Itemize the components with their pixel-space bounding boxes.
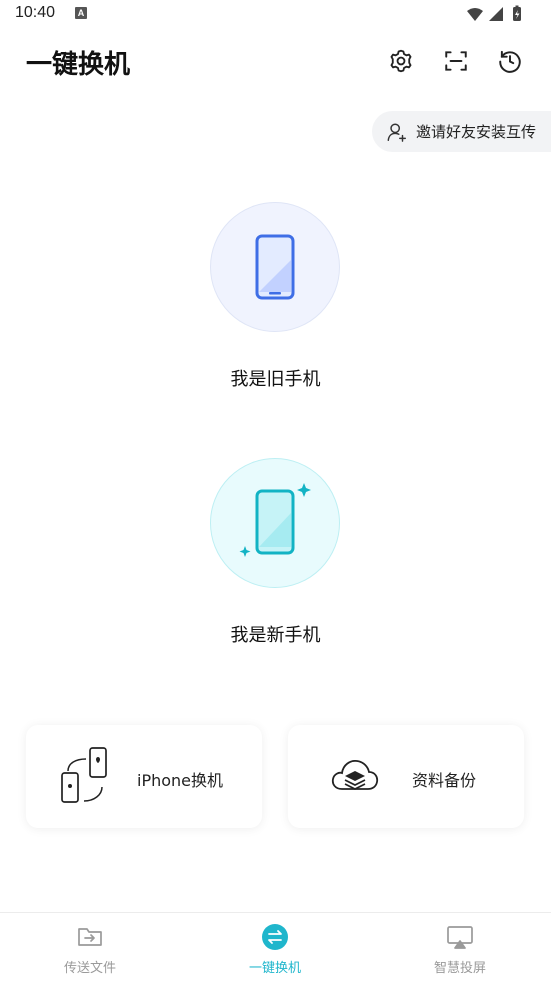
invite-friends-button[interactable]: 邀请好友安装互传 xyxy=(372,111,551,152)
new-phone-button[interactable] xyxy=(210,458,340,588)
screen-cast-icon xyxy=(447,926,473,949)
invite-label: 邀请好友安装互传 xyxy=(416,123,537,141)
page-title: 一键换机 xyxy=(26,50,131,80)
scan-icon xyxy=(445,51,467,71)
bottom-navigation: 传送文件 一键换机 智慧投屏 xyxy=(0,912,551,981)
add-user-icon xyxy=(387,122,406,142)
status-bar: 10:40 A xyxy=(0,0,551,30)
cloud-backup-icon xyxy=(331,760,379,790)
data-backup-label: 资料备份 xyxy=(412,771,477,790)
tab-screen-cast-label: 智慧投屏 xyxy=(433,961,486,976)
scan-button[interactable] xyxy=(439,44,473,78)
old-phone-button[interactable] xyxy=(210,202,340,332)
history-button[interactable] xyxy=(493,44,527,78)
iphone-switch-card[interactable]: iPhone换机 xyxy=(26,725,262,828)
status-indicators xyxy=(467,5,521,21)
folder-transfer-icon xyxy=(78,928,102,946)
tab-one-key-switch[interactable]: 一键换机 xyxy=(215,923,335,976)
history-icon xyxy=(499,50,521,73)
gear-icon xyxy=(390,49,412,73)
phone-icon xyxy=(255,234,295,300)
wifi-icon xyxy=(467,8,483,21)
tab-one-key-switch-label: 一键换机 xyxy=(248,961,301,976)
data-backup-card[interactable]: 资料备份 xyxy=(288,725,524,828)
iphone-transfer-icon xyxy=(61,747,107,803)
notification-badge-icon: A xyxy=(75,7,87,19)
cell-signal-icon xyxy=(489,7,503,21)
switch-arrows-icon xyxy=(262,924,288,950)
new-phone-label: 我是新手机 xyxy=(230,625,321,646)
tab-transfer-files[interactable]: 传送文件 xyxy=(30,923,150,976)
sparkle-phone-icon xyxy=(239,483,311,557)
iphone-switch-label: iPhone换机 xyxy=(137,771,224,790)
old-phone-label: 我是旧手机 xyxy=(230,369,321,390)
settings-button[interactable] xyxy=(384,44,418,78)
tab-screen-cast[interactable]: 智慧投屏 xyxy=(400,923,520,976)
status-time: 10:40 xyxy=(15,4,56,21)
tab-transfer-files-label: 传送文件 xyxy=(63,961,116,976)
